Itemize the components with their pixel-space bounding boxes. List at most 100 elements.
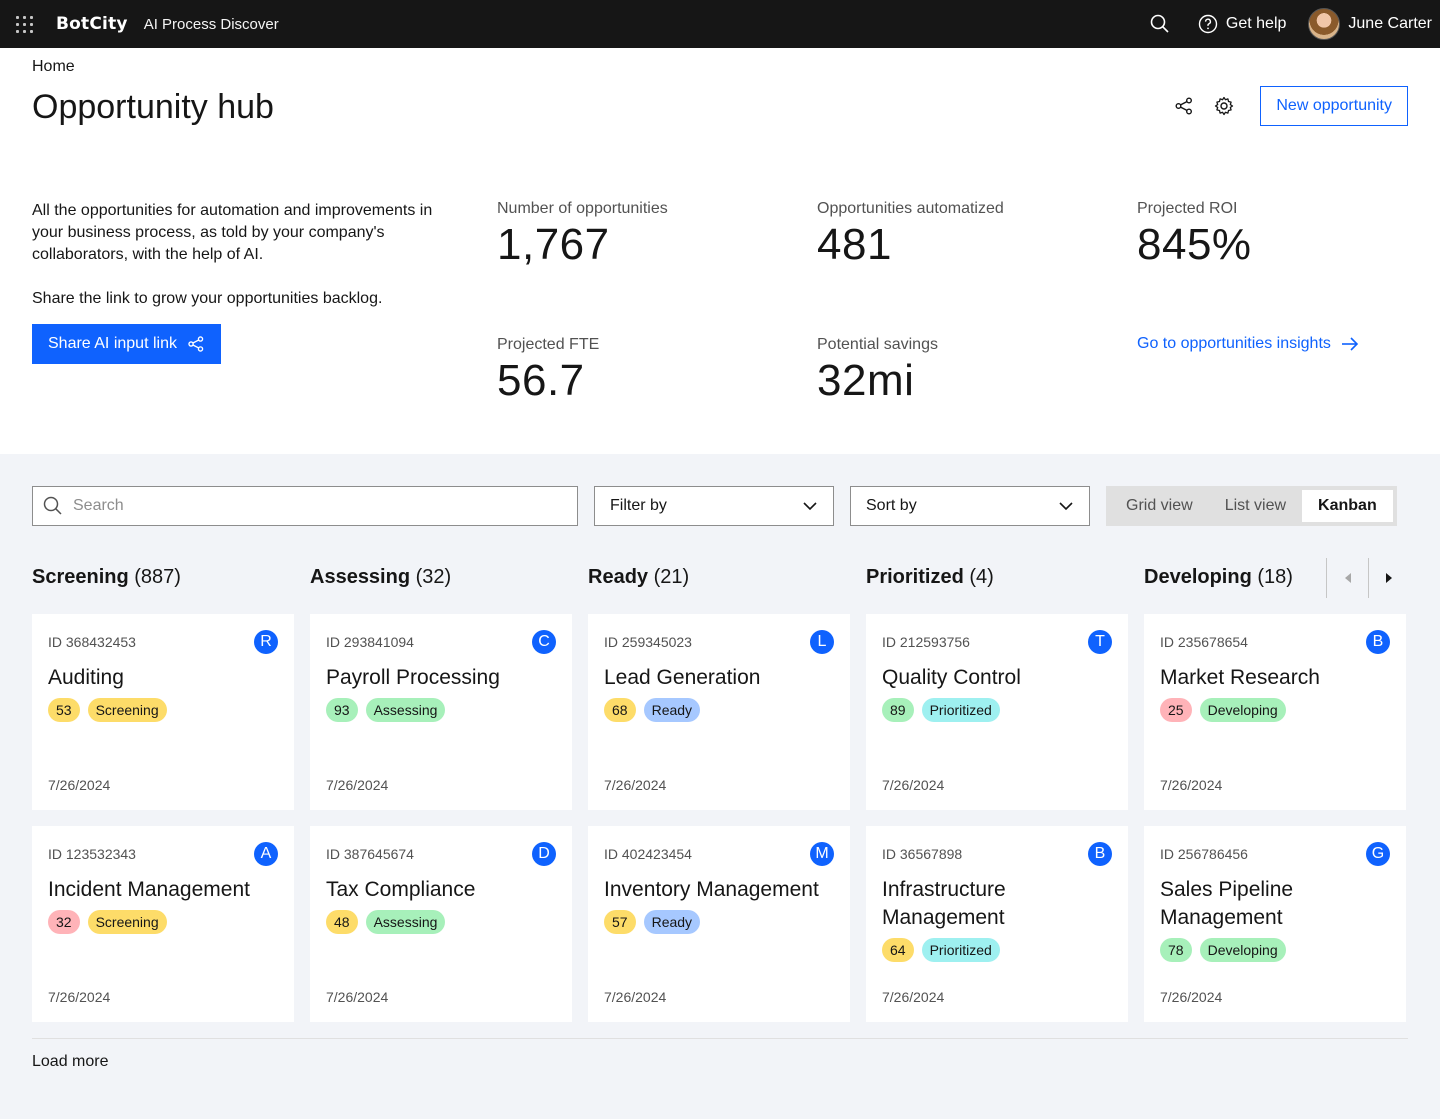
global-search-button[interactable] [1136,0,1184,48]
get-help-label: Get help [1225,15,1287,32]
grid-view-button[interactable]: Grid view [1110,490,1209,522]
load-more-button[interactable]: Load more [32,1053,109,1071]
caret-right-icon [1386,573,1392,583]
filter-dropdown[interactable]: Filter by [594,486,834,526]
previous-columns-button[interactable] [1327,558,1368,598]
column-name: Prioritized [866,566,964,588]
share-ai-input-link-label: Share AI input link [48,335,177,352]
opportunity-card[interactable]: ID 212593756 T Quality Control 89 Priori… [866,614,1128,810]
search-input[interactable] [73,497,553,515]
status-tag: Developing [1199,938,1286,962]
card-title: Infrastructure Management [882,878,1006,929]
column-name: Assessing [310,566,411,588]
intro-call-to-action: Share the link to grow your opportunitie… [32,290,383,307]
score-tag: 57 [604,910,636,934]
metric-label: Potential savings [817,336,938,353]
opportunity-card[interactable]: ID 368432453 R Auditing 53 Screening 7/2… [32,614,294,810]
divider [32,1038,1408,1039]
status-tag: Screening [87,698,167,722]
kanban-view-button[interactable]: Kanban [1302,490,1393,522]
score-tag: 68 [604,698,636,722]
search-field[interactable] [32,486,578,526]
owner-avatar: M [810,842,834,866]
list-view-button[interactable]: List view [1209,490,1302,522]
intro-text: All the opportunities for automation and… [32,200,462,310]
column-name: Screening [32,566,129,588]
app-name: AI Process Discover [143,15,279,33]
card-date: 7/26/2024 [1160,777,1223,793]
metric-potential-savings: Potential savings 32mi [817,336,938,406]
opportunity-card[interactable]: ID 402423454 M Inventory Management 57 R… [588,826,850,1022]
metric-opportunities-automatized: Opportunities automatized 481 [817,200,1004,270]
owner-avatar: B [1088,842,1112,866]
gear-icon [1215,96,1234,116]
metric-label: Number of opportunities [497,200,668,217]
user-menu[interactable]: June Carter [1308,8,1432,40]
next-columns-button[interactable] [1368,558,1409,598]
card-id: ID 123532343 [48,846,136,862]
card-id: ID 259345023 [604,634,692,650]
column-header-ready: Ready (21) [588,566,689,589]
get-help-button[interactable]: Get help [1198,14,1286,34]
card-title: Quality Control [882,666,1021,689]
score-tag: 78 [1160,938,1192,962]
search-icon [43,496,62,515]
opportunity-card[interactable]: ID 235678654 B Market Research 25 Develo… [1144,614,1406,810]
column-pagination [1326,558,1409,598]
share-button[interactable] [1164,86,1204,126]
settings-button[interactable] [1204,86,1244,126]
status-tag: Prioritized [921,698,1000,722]
caret-left-icon [1344,573,1351,583]
breadcrumb[interactable]: Home [32,58,75,76]
metric-projected-fte: Projected FTE 56.7 [497,336,599,406]
card-date: 7/26/2024 [326,989,389,1005]
intro-description: All the opportunities for automation and… [32,202,433,263]
card-id: ID 368432453 [48,634,136,650]
owner-avatar: D [532,842,556,866]
avatar [1308,8,1341,40]
chevron-down-icon [803,501,817,510]
metric-value: 481 [817,220,892,269]
filter-label: Filter by [610,497,667,514]
user-name: June Carter [1348,15,1432,32]
column-name: Ready [588,566,649,588]
share-icon [188,336,204,352]
insights-link-label: Go to opportunities insights [1137,335,1331,352]
brand-logo[interactable]: BotCity [56,14,128,34]
owner-avatar: C [532,630,556,654]
status-tag: Developing [1199,698,1286,722]
opportunity-card[interactable]: ID 293841094 C Payroll Processing 93 Ass… [310,614,572,810]
column-name: Developing [1144,566,1252,588]
opportunity-card[interactable]: ID 387645674 D Tax Compliance 48 Assessi… [310,826,572,1022]
card-date: 7/26/2024 [48,989,111,1005]
card-date: 7/26/2024 [882,989,945,1005]
card-title: Auditing [48,666,124,689]
app-switcher-button[interactable] [0,0,48,48]
metric-label: Projected ROI [1137,200,1238,217]
opportunity-card[interactable]: ID 36567898 B Infrastructure Management … [866,826,1128,1022]
search-icon [1150,14,1169,33]
owner-avatar: L [810,630,834,654]
opportunity-card[interactable]: ID 256786456 G Sales Pipeline Management… [1144,826,1406,1022]
card-date: 7/26/2024 [326,777,389,793]
card-title: Payroll Processing [326,666,500,689]
page-header: Home Opportunity hub New opportunity All… [0,48,1440,454]
metric-label: Opportunities automatized [817,200,1004,217]
card-id: ID 256786456 [1160,846,1248,862]
share-ai-input-link-button[interactable]: Share AI input link [32,324,221,364]
card-date: 7/26/2024 [1160,989,1223,1005]
card-date: 7/26/2024 [48,777,111,793]
status-tag: Assessing [365,910,446,934]
status-tag: Assessing [365,698,446,722]
column-count: (21) [653,566,690,588]
sort-dropdown[interactable]: Sort by [850,486,1090,526]
opportunity-card[interactable]: ID 123532343 A Incident Management 32 Sc… [32,826,294,1022]
column-header-screening: Screening (887) [32,566,181,589]
opportunity-card[interactable]: ID 259345023 L Lead Generation 68 Ready … [588,614,850,810]
score-tag: 32 [48,910,80,934]
opportunities-insights-link[interactable]: Go to opportunities insights [1137,335,1359,353]
card-title: Incident Management [48,878,250,901]
new-opportunity-button[interactable]: New opportunity [1260,86,1408,126]
owner-avatar: B [1366,630,1390,654]
card-id: ID 235678654 [1160,634,1248,650]
